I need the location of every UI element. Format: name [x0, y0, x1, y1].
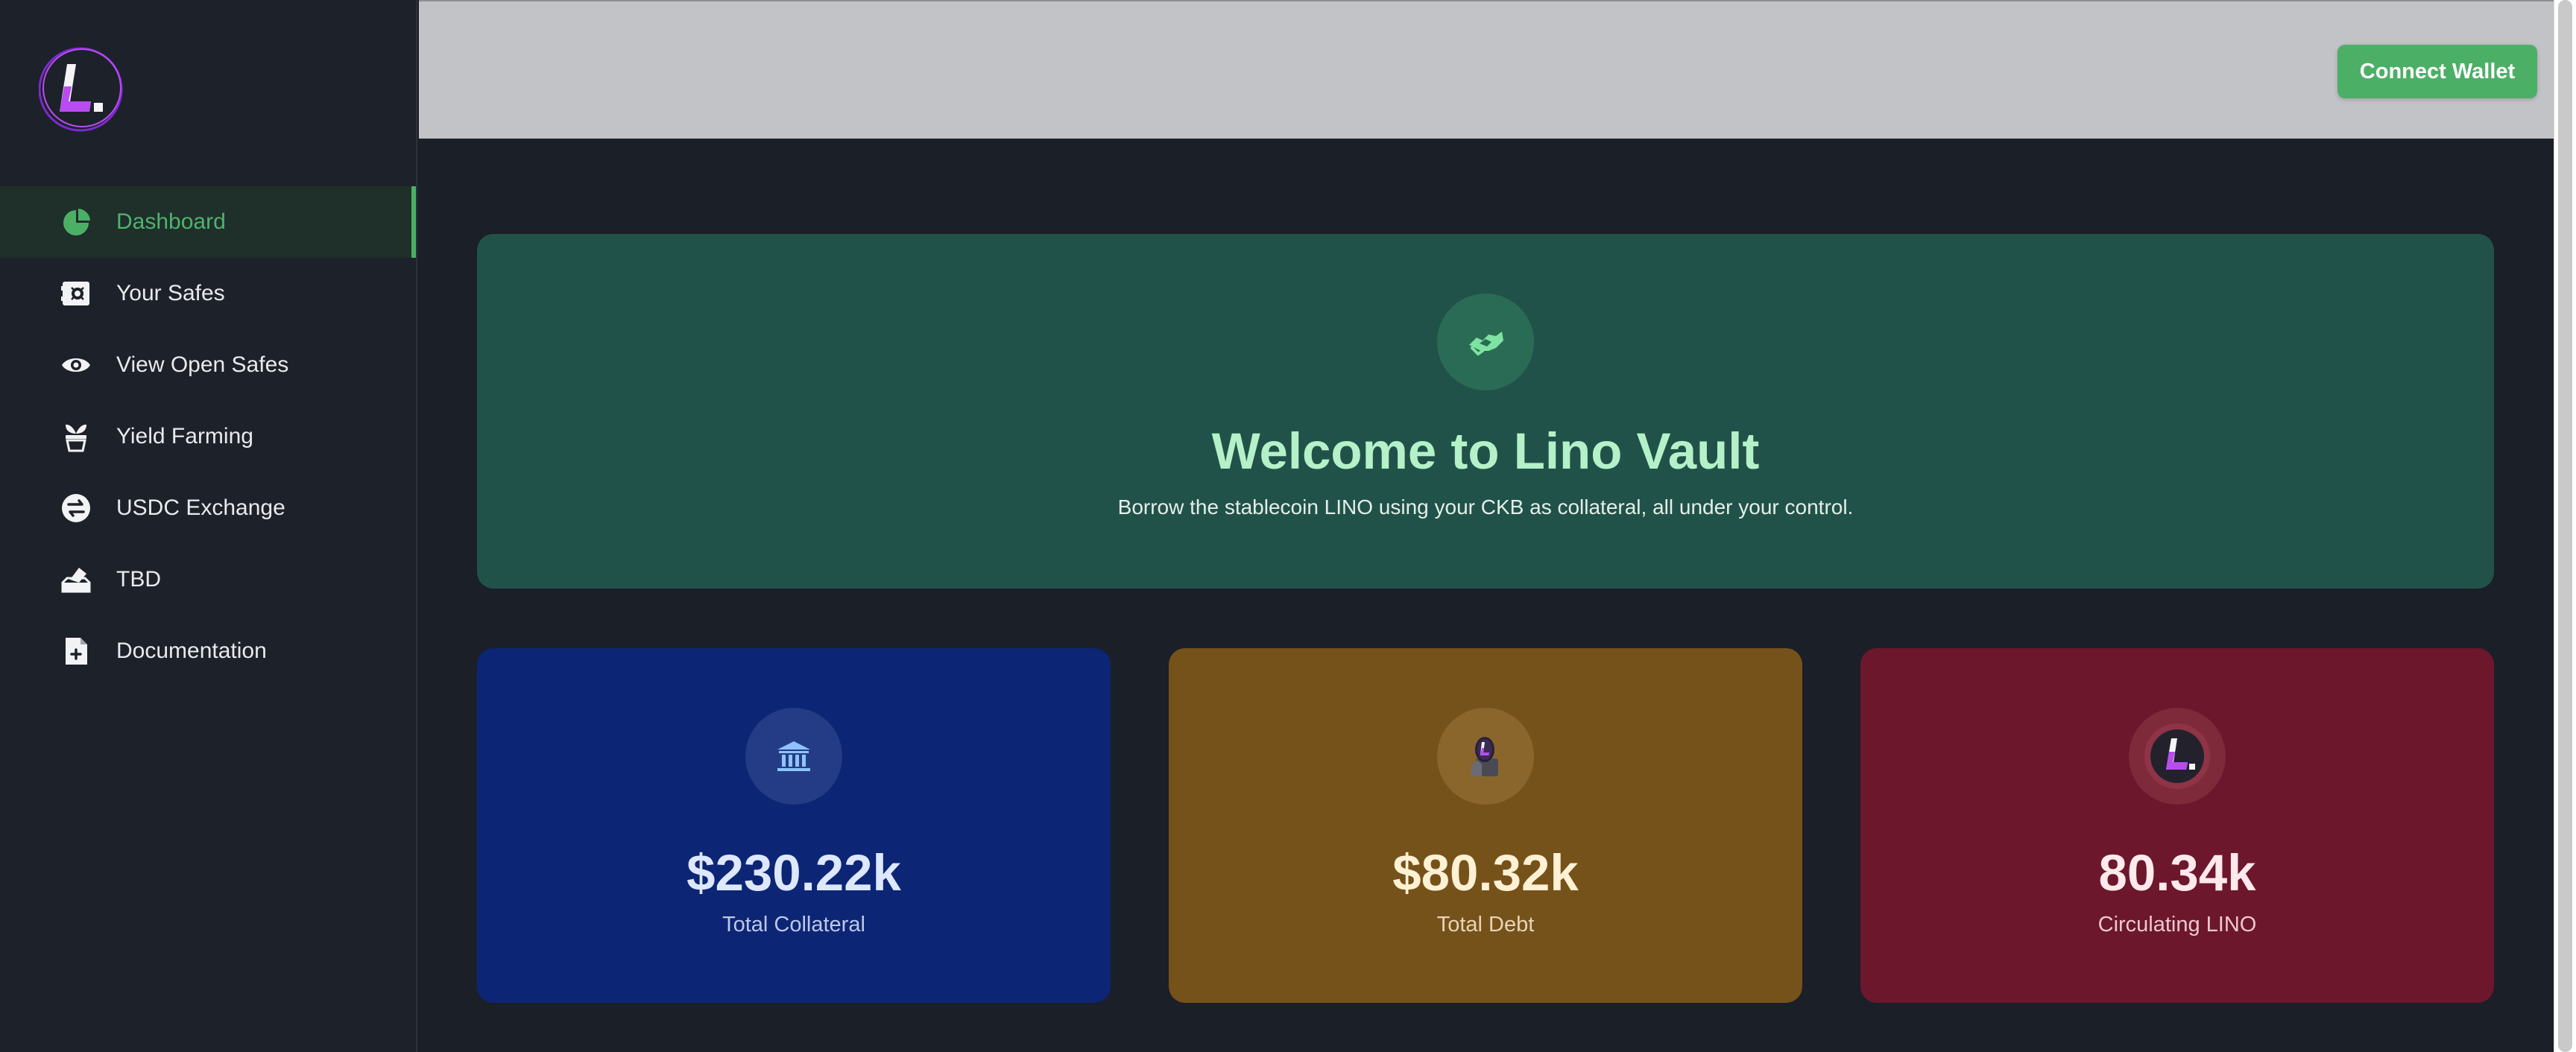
- lino-logo[interactable]: [38, 43, 125, 136]
- sidebar-item-label: TBD: [116, 567, 161, 592]
- stat-card-circulating-lino: 80.34k Circulating LINO: [1860, 648, 2494, 1003]
- bank-icon: [745, 708, 842, 805]
- sidebar-item-documentation[interactable]: Documentation: [0, 615, 416, 687]
- app-root: Dashboard Your Safes View Open Safes Yie…: [0, 0, 2576, 1052]
- sidebar-item-label: Yield Farming: [116, 424, 253, 449]
- sidebar-item-tbd[interactable]: TBD: [0, 544, 416, 615]
- page-scrollbar[interactable]: [2554, 0, 2576, 1052]
- sidebar-item-label: Your Safes: [116, 281, 225, 305]
- debt-token-icon: [1437, 708, 1534, 805]
- ballot-box-icon: [61, 568, 91, 593]
- stat-card-total-debt: $80.32k Total Debt: [1169, 648, 1802, 1003]
- safe-icon: [61, 282, 89, 305]
- stat-label: Total Debt: [1436, 913, 1535, 937]
- pie-chart-icon: [63, 209, 90, 235]
- scrollbar-thumb[interactable]: [2558, 0, 2572, 1052]
- sidebar-item-usdc-exchange[interactable]: USDC Exchange: [0, 472, 416, 544]
- sidebar-item-dashboard[interactable]: Dashboard: [0, 186, 416, 258]
- stat-label: Circulating LINO: [2097, 913, 2257, 937]
- welcome-subtitle: Borrow the stablecoin LINO using your CK…: [1117, 495, 1854, 519]
- sidebar-item-view-open-safes[interactable]: View Open Safes: [0, 329, 416, 401]
- stat-card-total-collateral: $230.22k Total Collateral: [477, 648, 1111, 1003]
- stat-label: Total Collateral: [722, 913, 865, 937]
- sidebar-item-label: Dashboard: [116, 209, 226, 234]
- sidebar: Dashboard Your Safes View Open Safes Yie…: [0, 0, 417, 1052]
- welcome-card: Welcome to Lino Vault Borrow the stablec…: [477, 234, 2494, 589]
- top-bar: Connect Wallet: [419, 0, 2554, 139]
- sidebar-item-label: USDC Exchange: [116, 495, 285, 520]
- sidebar-item-yield-farming[interactable]: Yield Farming: [0, 401, 416, 472]
- sidebar-item-label: View Open Safes: [116, 352, 289, 377]
- sidebar-item-label: Documentation: [116, 639, 267, 663]
- welcome-title: Welcome to Lino Vault: [1211, 422, 1760, 480]
- sidebar-nav: Dashboard Your Safes View Open Safes Yie…: [0, 186, 416, 687]
- stat-value: 80.34k: [2098, 844, 2256, 902]
- stat-value: $80.32k: [1392, 844, 1579, 902]
- lino-token-icon: [2129, 708, 2226, 805]
- exchange-icon: [62, 494, 90, 522]
- stat-value: $230.22k: [686, 844, 901, 902]
- document-icon: [66, 638, 87, 665]
- sidebar-item-your-safes[interactable]: Your Safes: [0, 258, 416, 329]
- connect-wallet-button[interactable]: Connect Wallet: [2337, 45, 2537, 98]
- handshake-icon: [1437, 294, 1534, 390]
- eye-icon: [62, 358, 90, 372]
- plant-pot-icon: [66, 424, 86, 452]
